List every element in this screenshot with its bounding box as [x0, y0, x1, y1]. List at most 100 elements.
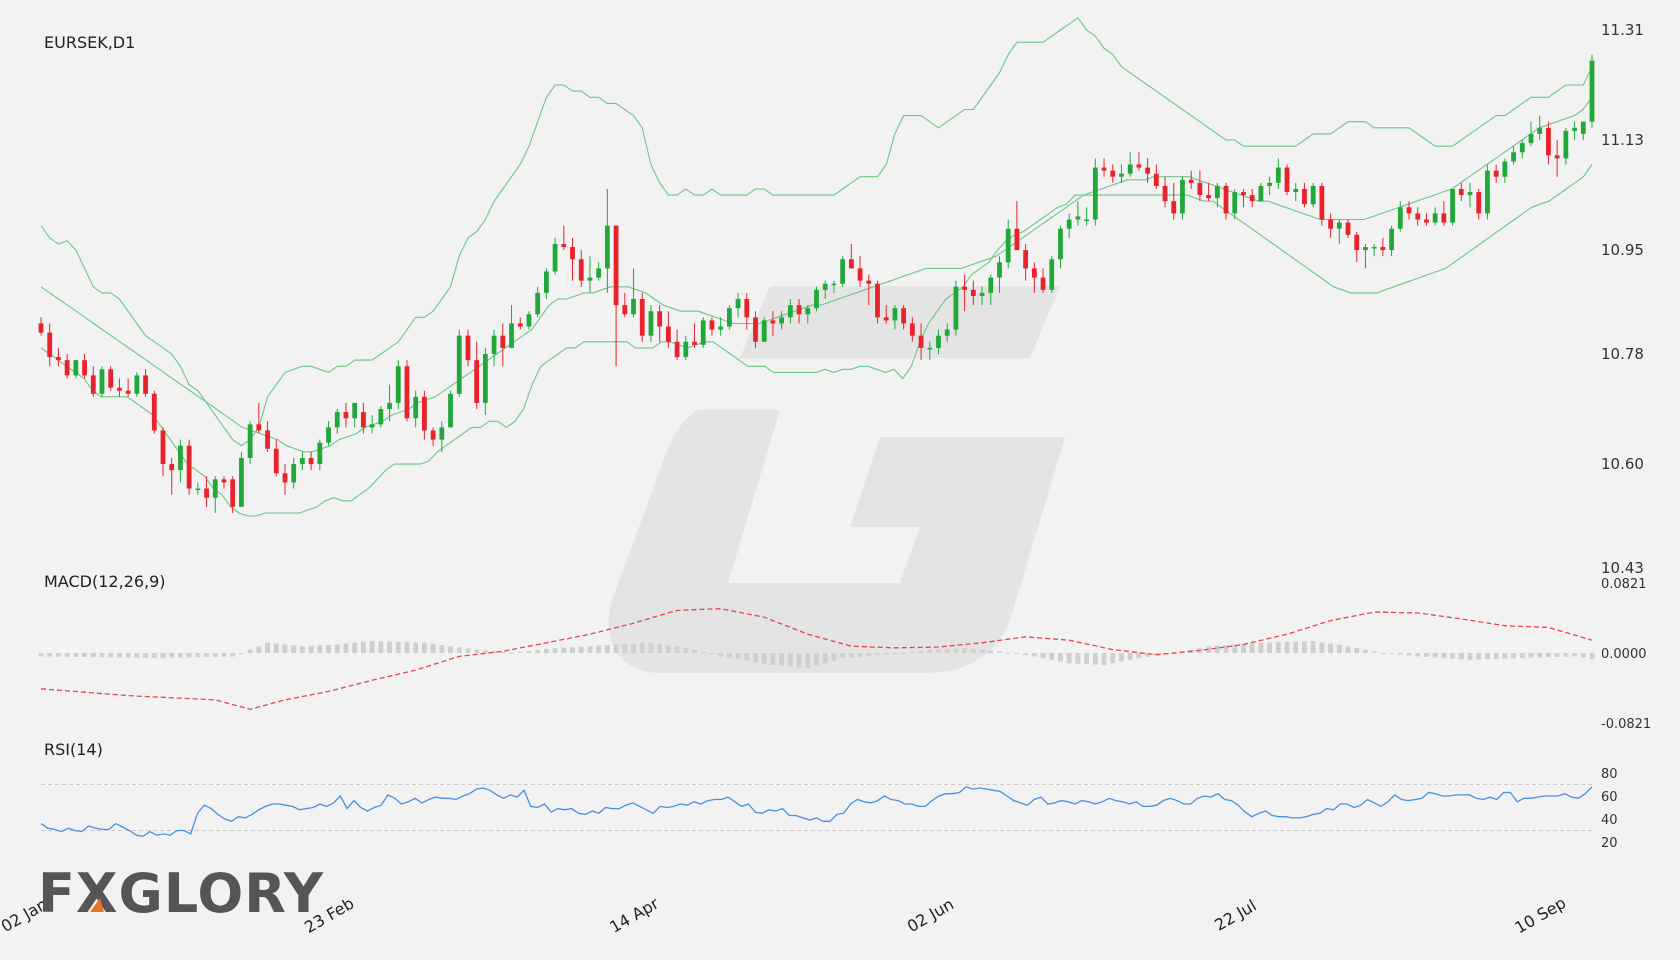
bollinger-bands: [40, 17, 1593, 517]
candle-body: [482, 354, 488, 403]
candle: [587, 256, 593, 293]
candle: [657, 305, 663, 342]
macd-histogram-bar: [500, 652, 506, 654]
candle: [82, 354, 87, 379]
candle-body: [857, 268, 863, 281]
candle: [1328, 213, 1333, 238]
candle: [482, 347, 488, 416]
price-y-axis: 11.31 11.13 10.95 10.78 10.60 10.43: [1601, 21, 1644, 577]
candle: [1537, 115, 1543, 141]
macd-histogram-bar: [552, 648, 558, 653]
candle: [300, 451, 305, 471]
candle: [1180, 176, 1185, 220]
macd-histogram-bar: [648, 642, 654, 653]
candle: [1075, 201, 1081, 226]
candle-body: [997, 262, 1002, 278]
candle-body: [1589, 60, 1595, 122]
candle-body: [1450, 188, 1455, 223]
candle-body: [1084, 219, 1090, 222]
candle-body: [195, 488, 201, 491]
candle: [1040, 268, 1046, 293]
candle: [1188, 170, 1194, 189]
macd-histogram-bar: [1066, 653, 1072, 664]
macd-histogram-bar: [1415, 653, 1421, 657]
macd-histogram-bar: [317, 645, 323, 653]
candle: [509, 305, 514, 348]
macd-histogram-bar: [1554, 653, 1560, 657]
candle-body: [352, 402, 358, 419]
macd-histogram-bar: [99, 653, 105, 658]
macd-histogram-bar: [204, 653, 209, 658]
candle-body: [692, 341, 697, 345]
candle-body: [491, 335, 497, 355]
macd-histogram-bar: [509, 653, 514, 654]
macd-histogram-bar: [178, 653, 183, 658]
macd-histogram-bar: [186, 653, 192, 658]
macd-y-tick: 0.0821: [1601, 577, 1647, 592]
candle: [1249, 188, 1255, 208]
candle: [613, 225, 619, 367]
macd-histogram-bar: [430, 643, 436, 653]
macd-histogram-bar: [169, 653, 175, 658]
candle: [1441, 201, 1447, 226]
macd-histogram-bar: [735, 653, 741, 660]
candle-body: [613, 225, 619, 306]
macd-histogram-bar: [770, 653, 776, 665]
candle: [683, 335, 689, 361]
macd-y-tick: 0.0000: [1601, 647, 1647, 662]
price-y-tick: 10.78: [1601, 345, 1644, 363]
candle-body: [587, 277, 593, 281]
candle: [143, 369, 148, 397]
candle: [1389, 225, 1394, 257]
macd-histogram-bar: [1563, 653, 1569, 657]
candle-body: [1223, 185, 1229, 214]
macd-histogram-bar: [718, 653, 724, 657]
candle-body: [1023, 250, 1029, 269]
macd-histogram-bar: [1406, 653, 1412, 656]
macd-histogram-bar: [1580, 653, 1586, 658]
candle: [1432, 207, 1438, 226]
candle-body: [779, 317, 785, 324]
candle-body: [735, 299, 741, 309]
candle: [317, 439, 323, 471]
rsi-panel-title: RSI(14): [44, 740, 103, 759]
candle-body: [979, 292, 985, 296]
candle: [1310, 182, 1316, 208]
macd-histogram-bar: [387, 641, 392, 653]
macd-histogram-bar: [1371, 651, 1377, 653]
candle-body: [787, 305, 793, 318]
candle-body: [631, 299, 636, 315]
macd-histogram-bar: [1363, 649, 1368, 653]
candle-body: [1075, 216, 1081, 220]
candle-body: [509, 323, 514, 348]
candle: [596, 262, 602, 281]
candle: [1336, 219, 1342, 244]
candle-body: [448, 393, 453, 428]
candle-body: [465, 335, 471, 361]
candle-body: [927, 347, 933, 350]
candle: [282, 464, 288, 495]
brand-logo: FXGLORY: [38, 862, 323, 925]
candle: [273, 439, 279, 477]
candle-body: [317, 442, 323, 465]
candle: [160, 427, 166, 477]
macd-histogram-bar: [125, 653, 131, 658]
candle: [308, 451, 314, 471]
candle-body: [1563, 130, 1569, 159]
macd-histogram-bar: [779, 653, 785, 666]
candle: [735, 292, 741, 318]
candle-body: [456, 335, 462, 394]
candle-body: [892, 308, 898, 321]
candle-body: [56, 357, 61, 361]
rsi-y-tick: 80: [1601, 767, 1618, 782]
macd-histogram-bar: [953, 648, 959, 653]
macd-histogram-bar: [1127, 653, 1133, 660]
candle: [1162, 176, 1168, 208]
macd-histogram-bar: [352, 642, 358, 653]
candle-body: [1049, 259, 1055, 290]
candle-body: [1572, 127, 1577, 131]
macd-histogram-bar: [1119, 653, 1124, 662]
candle-body: [1354, 234, 1360, 251]
candle: [709, 317, 715, 336]
rsi-y-tick: 20: [1601, 836, 1618, 851]
